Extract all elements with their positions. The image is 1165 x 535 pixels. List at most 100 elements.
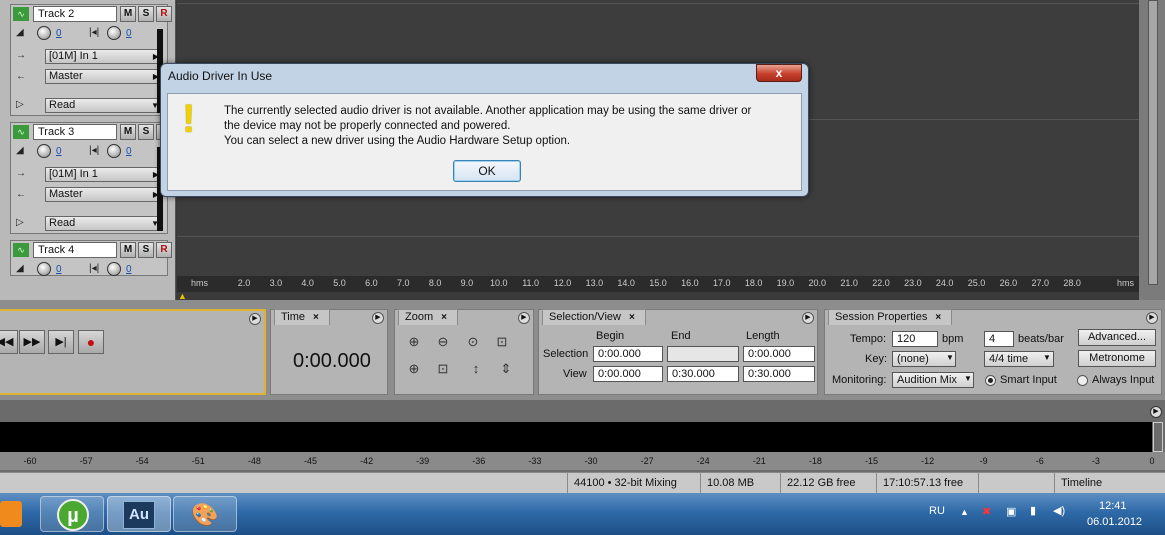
zoom-full-icon[interactable]: ⊙ (462, 332, 484, 354)
zoom-in-left-icon[interactable]: ⊕ (403, 359, 425, 381)
volume-knob[interactable] (37, 262, 51, 276)
panel-menu-icon[interactable]: ▶ (249, 313, 261, 325)
volume-value[interactable]: 0 (56, 146, 62, 157)
advanced-button[interactable]: Advanced... (1078, 329, 1156, 346)
mute-button[interactable]: M (120, 6, 136, 22)
expand-triangle-icon[interactable]: ▷ (16, 217, 24, 228)
track-waveform-icon[interactable]: ∿ (13, 7, 29, 21)
rewind-button[interactable]: ◀◀ (0, 330, 18, 354)
zoom-out-vertical-icon[interactable]: ⇕ (495, 359, 517, 381)
close-icon[interactable]: × (935, 312, 941, 323)
tab-time[interactable]: Time × (274, 309, 330, 325)
track-waveform-icon[interactable]: ∿ (13, 125, 29, 139)
selection-end-field[interactable] (667, 346, 739, 362)
input-dropdown[interactable]: [01M] In 1 (45, 49, 161, 64)
volume-value[interactable]: 0 (56, 264, 62, 275)
track-name-field[interactable]: Track 3 (33, 124, 117, 140)
always-input-radio[interactable] (1077, 375, 1088, 386)
beats-unit: beats/bar (1018, 333, 1064, 345)
pan-knob[interactable] (107, 26, 121, 40)
taskbar-app-utorrent[interactable]: µ (40, 496, 104, 532)
pan-value[interactable]: 0 (126, 28, 132, 39)
fast-forward-button[interactable]: ▶▶ (19, 330, 45, 354)
beats-field[interactable]: 4 (984, 331, 1014, 347)
track-name-field[interactable]: Track 2 (33, 6, 117, 22)
panel-menu-icon[interactable]: ▶ (802, 312, 814, 324)
track-header: ∿ Track 2 M S R ◢ 0 |◂| 0 → [01M] In 1 ←… (10, 4, 172, 116)
close-icon[interactable]: × (629, 312, 635, 323)
language-indicator[interactable]: RU (929, 505, 945, 517)
tab-session-properties[interactable]: Session Properties × (828, 309, 953, 325)
close-icon[interactable]: × (313, 312, 319, 323)
network-error-icon[interactable]: ✖ (982, 505, 991, 518)
ruler-tick-label: 28.0 (1063, 278, 1081, 288)
automation-dropdown[interactable]: Read (45, 98, 161, 113)
panel-menu-icon[interactable]: ▶ (1146, 312, 1158, 324)
track-name-field[interactable]: Track 4 (33, 242, 117, 258)
selection-length-field[interactable]: 0:00.000 (743, 346, 815, 362)
zoom-selection-icon[interactable]: ⊡ (491, 332, 513, 354)
ruler-tick-label: 8.0 (428, 278, 442, 288)
view-length-field[interactable]: 0:30.000 (743, 366, 815, 382)
pan-knob[interactable] (107, 144, 121, 158)
solo-button[interactable]: S (138, 124, 154, 140)
windows-taskbar: µ Au 🎨 RU ▲ ✖ ▣ ▮ ◀) 12:41 06.01.2012 (0, 493, 1165, 535)
taskbar-app-audition[interactable]: Au (107, 496, 171, 532)
solo-button[interactable]: S (138, 6, 154, 22)
pan-value[interactable]: 0 (126, 146, 132, 157)
status-view-mode: Timeline (1054, 473, 1165, 494)
mute-button[interactable]: M (120, 242, 136, 258)
zoom-out-horizontal-icon[interactable]: ⊖ (432, 332, 454, 354)
panel-menu-icon[interactable]: ▶ (1150, 406, 1162, 418)
expand-triangle-icon[interactable]: ▷ (16, 99, 24, 110)
smart-input-radio[interactable] (985, 375, 996, 386)
dialog-title: Audio Driver In Use (168, 69, 273, 83)
clock-date[interactable]: 06.01.2012 (1087, 516, 1142, 528)
tab-zoom[interactable]: Zoom × (398, 309, 458, 325)
device-icon[interactable]: ▣ (1006, 505, 1016, 518)
record-button[interactable]: ● (78, 330, 104, 354)
ok-button[interactable]: OK (453, 160, 521, 182)
zoom-in-vertical-icon[interactable]: ↕ (465, 359, 487, 381)
show-hidden-icons-icon[interactable]: ▲ (960, 507, 969, 517)
signal-icon[interactable]: ▮ (1030, 504, 1036, 517)
taskbar-app-paint[interactable]: 🎨 (173, 496, 237, 532)
track-waveform-icon[interactable]: ∿ (13, 243, 29, 257)
view-begin-field[interactable]: 0:00.000 (593, 366, 663, 382)
dialog-close-button[interactable]: x (756, 64, 802, 82)
input-dropdown[interactable]: [01M] In 1 (45, 167, 161, 182)
volume-value[interactable]: 0 (56, 28, 62, 39)
ruler-tick-label: 7.0 (396, 278, 410, 288)
zoom-in-horizontal-icon[interactable]: ⊕ (403, 332, 425, 354)
mute-button[interactable]: M (120, 124, 136, 140)
pan-value[interactable]: 0 (126, 264, 132, 275)
tempo-field[interactable]: 120 (892, 331, 938, 347)
scrollbar-thumb[interactable] (1148, 0, 1158, 285)
record-arm-button[interactable]: R (156, 6, 172, 22)
track-header: ∿ Track 3 M S R ◢ 0 |◂| 0 → [01M] In 1 ←… (10, 122, 172, 234)
record-arm-button[interactable]: R (156, 242, 172, 258)
metronome-button[interactable]: Metronome (1078, 350, 1156, 367)
output-dropdown[interactable]: Master (45, 187, 161, 202)
automation-dropdown[interactable]: Read (45, 216, 161, 231)
output-dropdown[interactable]: Master (45, 69, 161, 84)
media-player-icon[interactable] (0, 501, 22, 527)
zoom-in-right-icon[interactable]: ⊡ (432, 359, 454, 381)
panel-menu-icon[interactable]: ▶ (518, 312, 530, 324)
volume-knob[interactable] (37, 144, 51, 158)
tab-selection-view[interactable]: Selection/View × (542, 309, 646, 325)
view-end-field[interactable]: 0:30.000 (667, 366, 739, 382)
clip-indicator[interactable] (1153, 422, 1163, 452)
volume-knob[interactable] (37, 26, 51, 40)
solo-button[interactable]: S (138, 242, 154, 258)
clock-time[interactable]: 12:41 (1099, 500, 1127, 512)
volume-tray-icon[interactable]: ◀) (1053, 504, 1065, 517)
go-to-end-button[interactable]: ▶| (48, 330, 74, 354)
close-icon[interactable]: × (441, 312, 447, 323)
panel-menu-icon[interactable]: ▶ (372, 312, 384, 324)
pan-knob[interactable] (107, 262, 121, 276)
selection-begin-field[interactable]: 0:00.000 (593, 346, 663, 362)
monitoring-dropdown[interactable]: Audition Mix (892, 372, 974, 388)
vertical-scrollbar[interactable] (1139, 0, 1165, 300)
time-ruler[interactable]: hms hms 2.0 3.0 4.0 5.0 6.0 7.0 8.0 9.0 10.0 11.0… (177, 276, 1139, 292)
